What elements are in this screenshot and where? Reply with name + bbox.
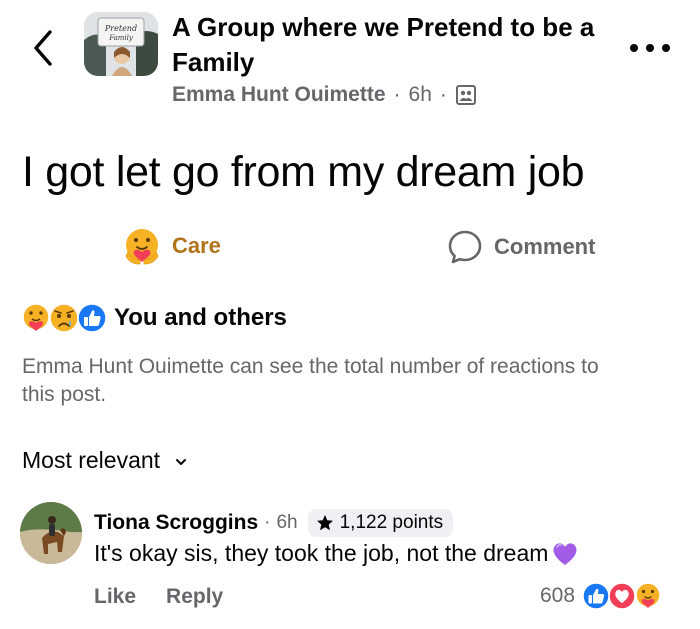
comment-actions: Like Reply	[94, 582, 223, 612]
reactions-summary-label: You and others	[114, 304, 287, 331]
meta-separator-2: ·	[439, 83, 447, 106]
reaction-icons	[20, 302, 110, 334]
comment-reply-button[interactable]: Reply	[166, 585, 223, 609]
chevron-down-icon	[176, 459, 187, 465]
more-dots-icon	[630, 44, 670, 52]
purple-heart-icon	[553, 543, 577, 565]
care-label: Care	[172, 233, 221, 258]
comment-text-row: It's okay sis, they took the job, not th…	[94, 538, 694, 568]
comment-like-button[interactable]: Like	[94, 585, 136, 609]
comment-reaction-count: 608	[540, 584, 576, 607]
comment-text: It's okay sis, they took the job, not th…	[94, 540, 549, 566]
post-author[interactable]: Emma Hunt Ouimette	[172, 83, 386, 107]
more-options-button[interactable]	[628, 40, 672, 56]
commenter-photo-image	[20, 502, 82, 564]
group-avatar-sign-text: Pretend	[104, 24, 137, 33]
commenter-name[interactable]: Tiona Scroggins	[94, 511, 258, 535]
comment-separator: ·	[264, 512, 271, 533]
points-badge: 1,122 points	[307, 509, 454, 537]
commenter-avatar[interactable]	[20, 502, 82, 564]
comment-header: Tiona Scroggins · 6h 1,122 points	[94, 508, 454, 538]
comment-label: Comment	[494, 234, 596, 259]
post-meta: Emma Hunt Ouimette · 6h ·	[172, 82, 477, 108]
group-name[interactable]: A Group where we Pretend to be a Family	[172, 10, 612, 80]
reactions-privacy-note: Emma Hunt Ouimette can see the total num…	[22, 355, 599, 406]
care-emoji-icon	[125, 229, 159, 265]
sort-label: Most relevant	[22, 446, 161, 473]
svg-text:Family: Family	[108, 34, 134, 42]
chevron-left-icon	[34, 30, 52, 66]
comment-time: 6h	[276, 512, 298, 533]
comment-reactions[interactable]: 608	[540, 580, 671, 612]
reactions-summary[interactable]: You and others	[20, 302, 287, 334]
care-emoji-icon	[635, 582, 661, 608]
comment-button[interactable]: Comment	[446, 228, 595, 266]
like-emoji-icon	[77, 303, 107, 333]
post-page: Pretend Family A Group where we Pretend …	[0, 0, 700, 629]
speech-bubble-icon	[448, 230, 482, 264]
post-time[interactable]: 6h	[409, 83, 432, 107]
group-photo-image: Pretend Family	[84, 12, 158, 76]
back-button[interactable]	[26, 26, 66, 70]
points-label: 1,122 points	[339, 512, 444, 533]
post-text: I got let go from my dream job	[22, 148, 585, 196]
meta-separator: ·	[393, 83, 401, 106]
care-reaction-button[interactable]: Care	[122, 226, 221, 266]
comment-reaction-icons	[581, 581, 671, 611]
star-icon	[316, 515, 333, 531]
comment-sort-dropdown[interactable]: Most relevant	[22, 444, 188, 476]
group-avatar[interactable]: Pretend Family	[84, 12, 158, 76]
group-privacy-icon	[455, 85, 476, 105]
